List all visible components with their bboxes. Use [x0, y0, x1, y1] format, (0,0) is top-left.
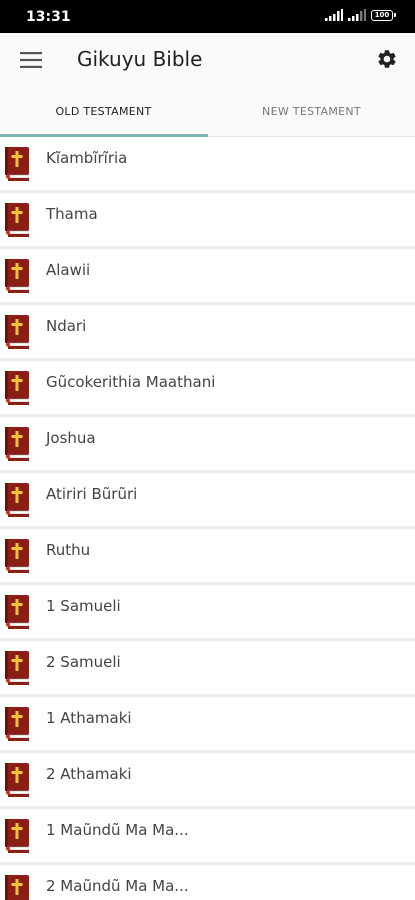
status-time: 13:31 — [26, 9, 71, 25]
book-label: Atiriri Bũrũri — [46, 485, 138, 503]
list-item[interactable]: 2 Maũndũ Ma Ma... — [0, 865, 415, 900]
list-item[interactable]: Kĩambĩrĩria — [0, 137, 415, 190]
gear-icon[interactable] — [374, 46, 400, 72]
bible-book-icon — [5, 371, 30, 405]
menu-icon[interactable] — [19, 48, 43, 72]
bible-book-icon — [5, 483, 30, 517]
book-list: Kĩambĩrĩria Thama Alawii Ndari Gũcokerit… — [0, 137, 415, 900]
book-label: 2 Athamaki — [46, 765, 132, 783]
book-label: Alawii — [46, 261, 91, 279]
book-label: 1 Maũndũ Ma Ma... — [46, 821, 189, 839]
tab-old-testament[interactable]: OLD TESTAMENT — [0, 87, 207, 136]
list-item[interactable]: 2 Athamaki — [0, 753, 415, 806]
book-label: Gũcokerithia Maathani — [46, 373, 216, 391]
tab-new-testament[interactable]: NEW TESTAMENT — [208, 87, 415, 136]
list-item[interactable]: Thama — [0, 193, 415, 246]
book-label: Thama — [46, 205, 98, 223]
bible-book-icon — [5, 203, 30, 237]
bible-book-icon — [5, 147, 30, 181]
list-item[interactable]: 1 Maũndũ Ma Ma... — [0, 809, 415, 862]
list-item[interactable]: Gũcokerithia Maathani — [0, 361, 415, 414]
signal-icon — [348, 9, 366, 21]
page-title: Gikuyu Bible — [77, 47, 203, 71]
bible-book-icon — [5, 315, 30, 349]
list-item[interactable]: Joshua — [0, 417, 415, 470]
list-item[interactable]: Ndari — [0, 305, 415, 358]
book-label: Kĩambĩrĩria — [46, 149, 128, 167]
list-item[interactable]: Alawii — [0, 249, 415, 302]
signal-icon — [325, 9, 343, 21]
bible-book-icon — [5, 595, 30, 629]
tab-bar: OLD TESTAMENT NEW TESTAMENT — [0, 87, 415, 137]
bible-book-icon — [5, 819, 30, 853]
list-item[interactable]: 1 Samueli — [0, 585, 415, 638]
battery-icon: 100 — [371, 9, 396, 21]
battery-level: 100 — [374, 10, 390, 19]
bible-book-icon — [5, 707, 30, 741]
list-item[interactable]: Ruthu — [0, 529, 415, 582]
book-label: Joshua — [46, 429, 96, 447]
book-label: Ruthu — [46, 541, 91, 559]
list-item[interactable]: 2 Samueli — [0, 641, 415, 694]
bible-book-icon — [5, 427, 30, 461]
book-label: 1 Athamaki — [46, 709, 132, 727]
book-label: 2 Maũndũ Ma Ma... — [46, 877, 189, 895]
status-bar: 13:31 100 — [0, 0, 415, 33]
book-label: Ndari — [46, 317, 87, 335]
bible-book-icon — [5, 651, 30, 685]
list-item[interactable]: Atiriri Bũrũri — [0, 473, 415, 526]
list-item[interactable]: 1 Athamaki — [0, 697, 415, 750]
bible-book-icon — [5, 875, 29, 900]
bible-book-icon — [5, 763, 30, 797]
book-label: 1 Samueli — [46, 597, 121, 615]
bible-book-icon — [5, 259, 30, 293]
bible-book-icon — [5, 539, 30, 573]
book-label: 2 Samueli — [46, 653, 121, 671]
status-icons: 100 — [325, 9, 396, 21]
app-bar: Gikuyu Bible — [0, 33, 415, 87]
